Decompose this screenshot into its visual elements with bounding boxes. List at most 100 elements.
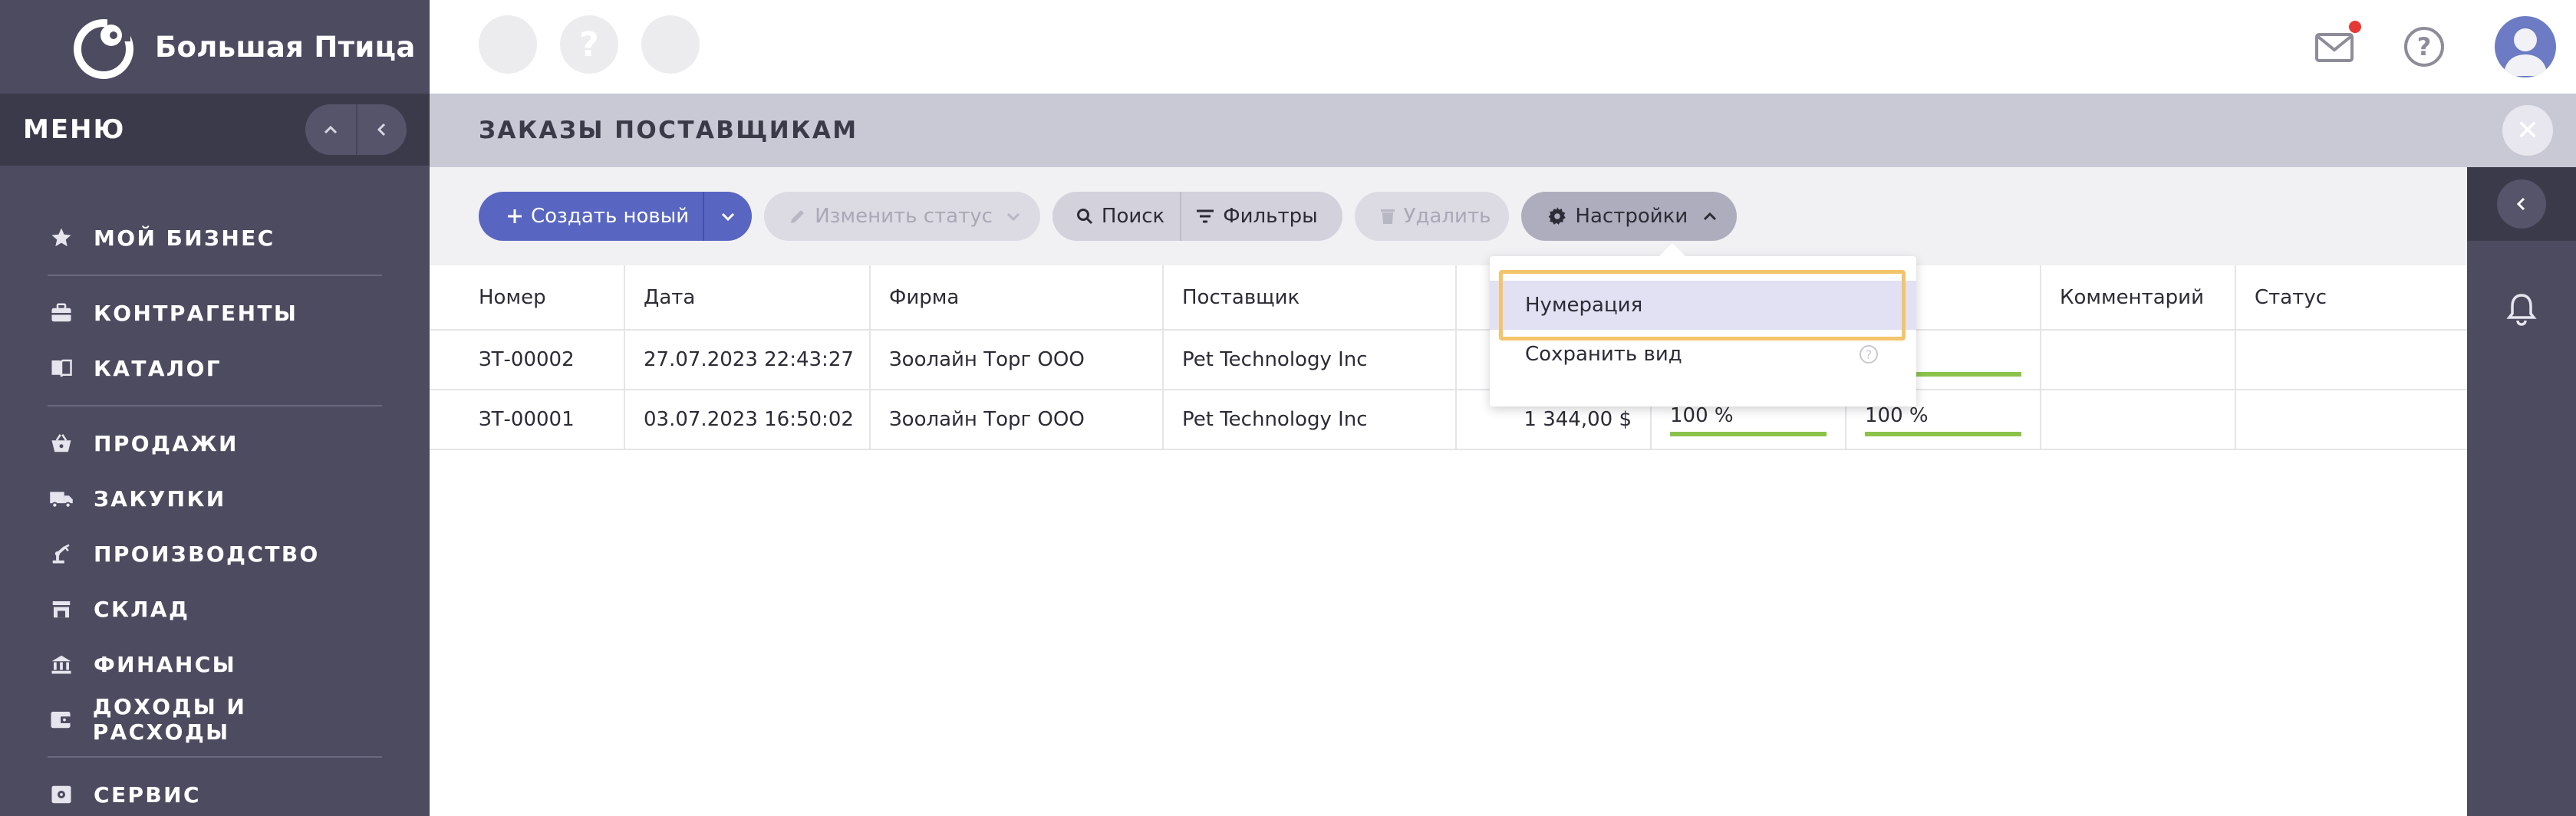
mail-button[interactable] <box>2312 21 2361 70</box>
star-icon <box>48 224 75 252</box>
bell-icon <box>2506 294 2537 326</box>
page-header: ЗАКАЗЫ ПОСТАВЩИКАМ ✕ <box>430 94 2576 167</box>
search-filter-group: Поиск Фильтры <box>1052 192 1342 241</box>
notification-dot <box>2349 21 2361 33</box>
app-name: Большая Птица <box>155 30 416 64</box>
basket-icon <box>48 429 75 457</box>
nav-group: КОНТРАГЕНТЫ КАТАЛОГ <box>48 276 382 406</box>
column-header-number[interactable]: Номер <box>430 265 624 331</box>
chevron-left-icon <box>377 123 386 137</box>
sidebar-item-label: ПРОИЗВОДСТВО <box>94 541 320 567</box>
close-icon: ✕ <box>2515 114 2540 146</box>
expand-right-panel-button[interactable] <box>2497 179 2546 229</box>
user-icon <box>2504 28 2547 76</box>
sidebar-item-label: КАТАЛОГ <box>94 355 222 381</box>
sidebar-nav: МОЙ БИЗНЕС КОНТРАГЕНТЫ КАТАЛОГ ПРОДАЖИ З… <box>0 166 430 816</box>
placeholder-button-1[interactable] <box>479 15 537 74</box>
sidebar-item-label: МОЙ БИЗНЕС <box>94 225 275 251</box>
create-new-button[interactable]: Создать новый <box>479 192 703 241</box>
filters-button[interactable]: Фильтры <box>1180 192 1342 241</box>
sidebar-item-label: КОНТРАГЕНТЫ <box>94 300 298 326</box>
settings-button[interactable]: Настройки <box>1521 192 1738 241</box>
menu-item-save-view[interactable]: Сохранить вид ? <box>1490 330 1916 379</box>
page-title: ЗАКАЗЫ ПОСТАВЩИКАМ <box>479 117 858 144</box>
question-mark-icon: ? <box>579 25 599 64</box>
cell-firm: Зоолайн Торг ООО <box>869 330 1163 390</box>
sidebar-item-sales[interactable]: ПРОДАЖИ <box>48 416 382 471</box>
cell-supplier: Pet Technology Inc <box>1162 330 1456 390</box>
column-header-date[interactable]: Дата <box>624 265 870 331</box>
robot-arm-icon <box>48 540 75 568</box>
sidebar-item-label: ПРОДАЖИ <box>94 430 239 456</box>
sidebar-item-my-business[interactable]: МОЙ БИЗНЕС <box>48 210 382 265</box>
progress-fill <box>1865 432 2021 436</box>
table-row[interactable]: ЗТ-00001 03.07.2023 16:50:02 Зоолайн Тор… <box>430 390 2467 450</box>
help-button[interactable]: ? <box>2404 27 2444 67</box>
user-avatar[interactable] <box>2495 16 2556 77</box>
create-dropdown-button[interactable] <box>703 192 752 241</box>
collapse-sidebar-button[interactable] <box>356 104 407 155</box>
received-progress-label: 100 % <box>1865 404 1929 427</box>
menu-title: МЕНЮ <box>23 114 126 145</box>
paid-progress-bar <box>1670 432 1827 436</box>
plus-icon <box>506 208 523 225</box>
menu-controls <box>305 104 407 155</box>
sidebar-item-label: СЕРВИС <box>94 781 201 808</box>
chevron-left-icon <box>2516 197 2525 211</box>
toolbar: Создать новый Изменить статус Поиск Филь… <box>479 192 1749 241</box>
sidebar: Большая Птица МЕНЮ МОЙ БИЗНЕС КОНТРАГЕНТ… <box>0 0 430 816</box>
nav-group: СЕРВИС <box>48 758 382 816</box>
cell-number: ЗТ-00002 <box>430 330 624 390</box>
placeholder-button-3[interactable] <box>641 15 700 74</box>
nav-group: МОЙ БИЗНЕС <box>48 201 382 276</box>
change-status-button[interactable]: Изменить статус <box>764 192 1040 241</box>
chevron-down-icon <box>1005 208 1022 225</box>
sidebar-item-production[interactable]: ПРОИЗВОДСТВО <box>48 526 382 581</box>
truck-icon <box>48 485 75 512</box>
search-icon <box>1076 207 1094 225</box>
sidebar-item-label: ДОХОДЫ И РАСХОДЫ <box>92 694 247 745</box>
sidebar-item-catalog[interactable]: КАТАЛОГ <box>48 341 382 396</box>
received-progress-bar <box>1865 432 2021 436</box>
sidebar-item-warehouse[interactable]: СКЛАД <box>48 581 382 637</box>
progress-fill <box>1670 432 1827 436</box>
close-page-button[interactable]: ✕ <box>2502 105 2553 156</box>
sidebar-item-finance[interactable]: ФИНАНСЫ <box>48 637 382 692</box>
right-panel-header <box>2467 167 2576 241</box>
column-header-status[interactable]: Статус <box>2235 265 2467 331</box>
service-icon <box>48 781 75 808</box>
delete-button[interactable]: Удалить <box>1354 192 1510 241</box>
search-button[interactable]: Поиск <box>1052 192 1180 241</box>
bank-icon <box>48 650 75 678</box>
trash-icon <box>1379 207 1396 225</box>
collapse-up-button[interactable] <box>305 104 356 155</box>
menu-item-numbering[interactable]: Нумерация <box>1490 281 1916 330</box>
table-row[interactable]: ЗТ-00002 27.07.2023 22:43:27 Зоолайн Тор… <box>430 330 2467 390</box>
cell-firm: Зоолайн Торг ООО <box>869 390 1163 450</box>
column-header-supplier[interactable]: Поставщик <box>1162 265 1456 331</box>
orders-table-container: Номер Дата Фирма Поставщик чено Коммента… <box>430 265 2467 816</box>
sidebar-item-label: ЗАКУПКИ <box>94 485 226 512</box>
sidebar-item-income-expenses[interactable]: ДОХОДЫ И РАСХОДЫ <box>48 692 382 747</box>
cell-date: 03.07.2023 16:50:02 <box>624 390 870 450</box>
warehouse-icon <box>48 595 75 623</box>
sidebar-item-counterparties[interactable]: КОНТРАГЕНТЫ <box>48 285 382 341</box>
sidebar-item-purchases[interactable]: ЗАКУПКИ <box>48 471 382 526</box>
cell-comment <box>2040 330 2235 390</box>
filters-label: Фильтры <box>1223 205 1318 228</box>
create-new-label: Создать новый <box>531 205 690 228</box>
briefcase-icon <box>48 299 75 327</box>
notifications-button[interactable] <box>2467 275 2576 344</box>
nav-group: ПРОДАЖИ ЗАКУПКИ ПРОИЗВОДСТВО СКЛАД ФИНАН… <box>48 406 382 758</box>
column-header-firm[interactable]: Фирма <box>869 265 1163 331</box>
column-header-comment[interactable]: Комментарий <box>2040 265 2235 331</box>
pencil-icon <box>789 207 807 225</box>
sidebar-item-service[interactable]: СЕРВИС <box>48 767 382 816</box>
cell-status <box>2235 330 2467 390</box>
help-placeholder-button[interactable]: ? <box>560 15 618 74</box>
cell-number: ЗТ-00001 <box>430 390 624 450</box>
logo[interactable]: Большая Птица <box>0 0 430 94</box>
settings-dropdown-menu: Нумерация Сохранить вид ? <box>1490 243 1916 406</box>
help-circle-icon[interactable]: ? <box>1860 345 1878 364</box>
delete-label: Удалить <box>1403 205 1491 228</box>
